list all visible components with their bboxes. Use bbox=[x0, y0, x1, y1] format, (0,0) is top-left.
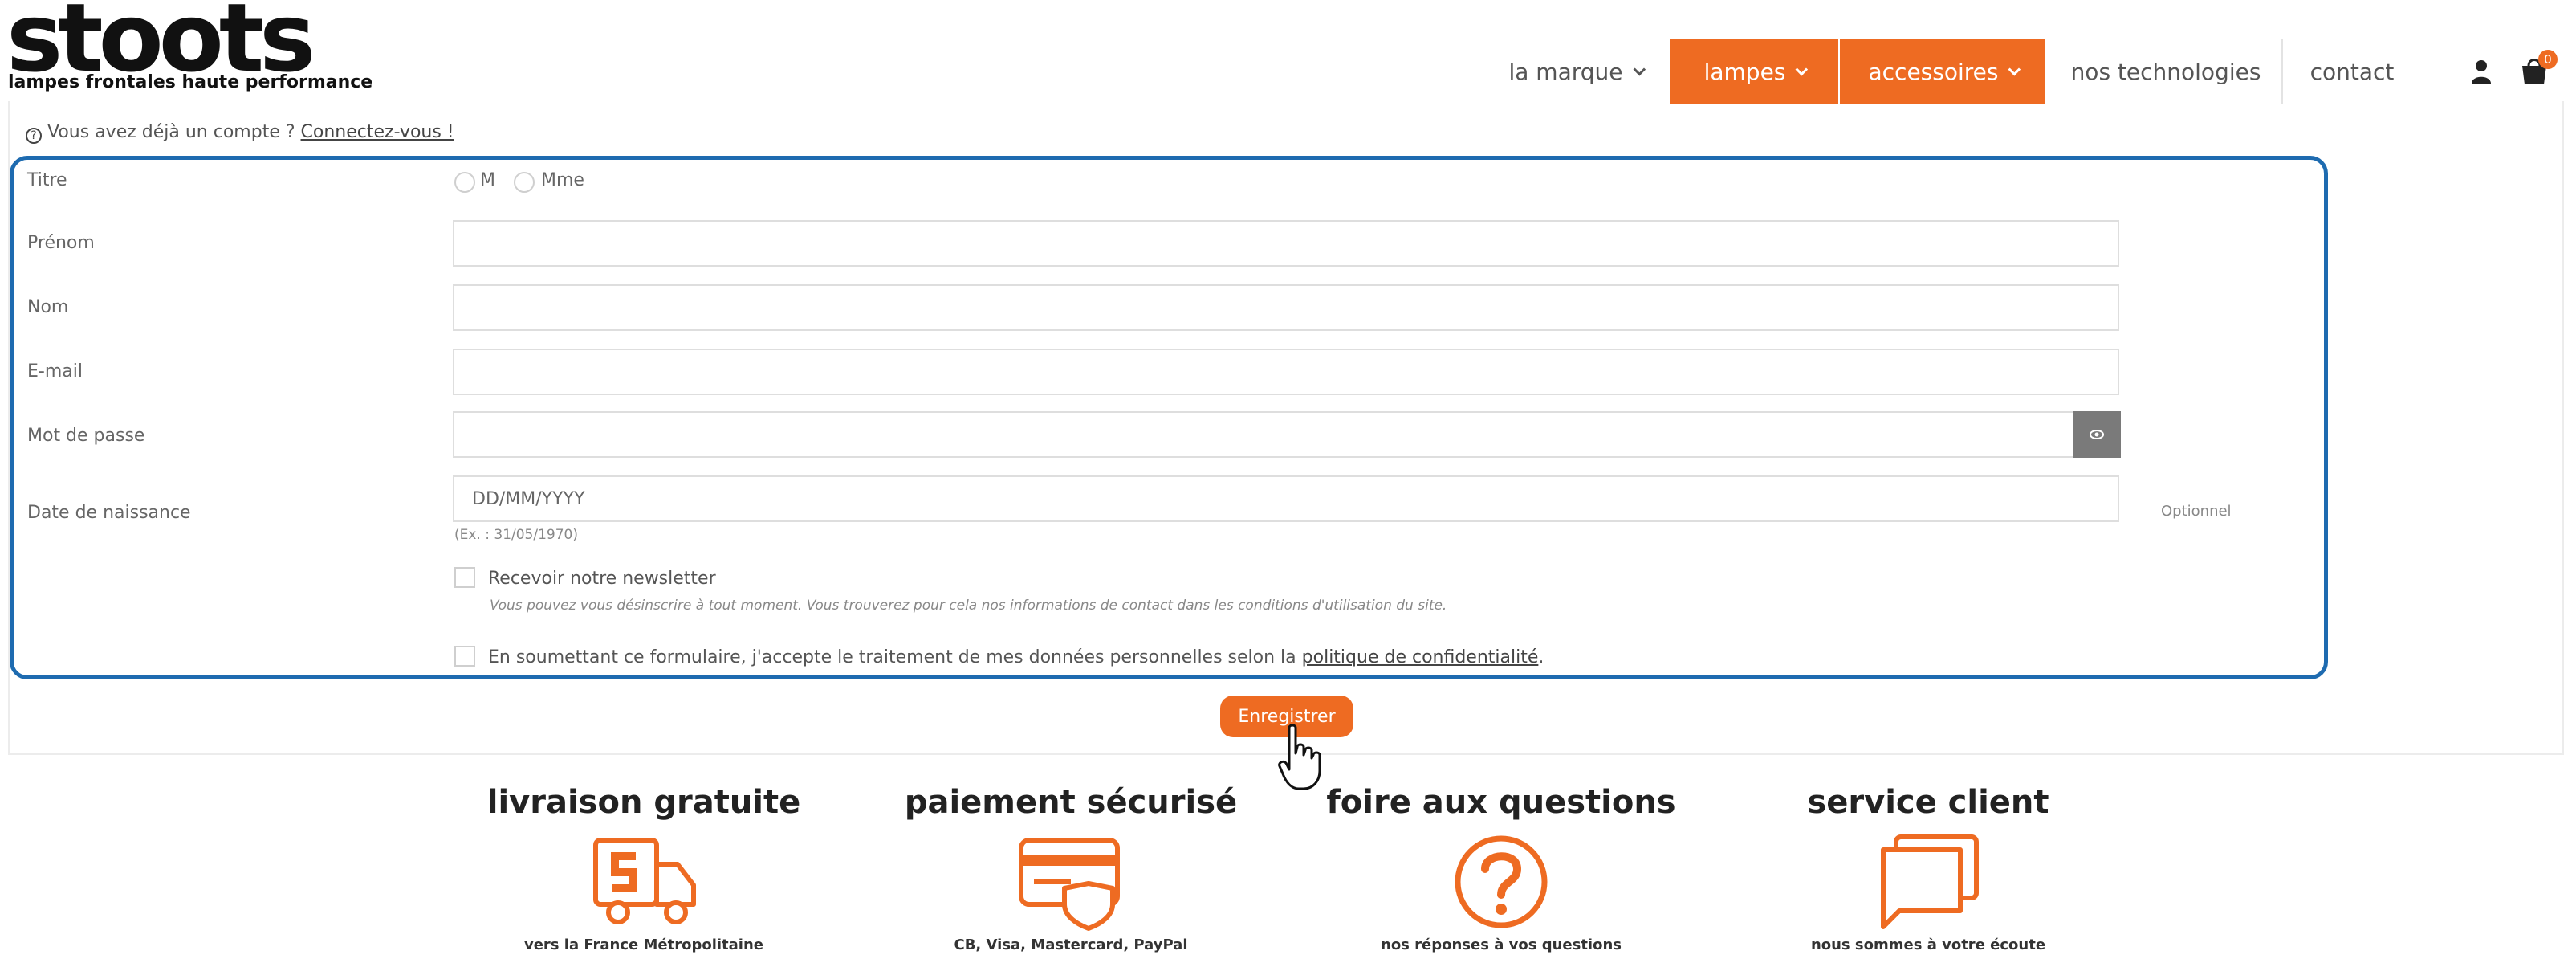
privacy-policy-link[interactable]: politique de confidentialité bbox=[1302, 647, 1539, 667]
question-circle-icon: ? bbox=[26, 128, 42, 144]
newsletter-label: Recevoir notre newsletter bbox=[488, 569, 716, 589]
feature-title: foire aux questions bbox=[1326, 784, 1676, 821]
feature-subtitle: vers la France Métropolitaine bbox=[523, 936, 763, 953]
question-mark-icon bbox=[1455, 835, 1548, 928]
nav-item-lampes[interactable]: lampes bbox=[1670, 39, 1838, 104]
password-input[interactable] bbox=[453, 411, 2074, 458]
title-option-mme: Mme bbox=[541, 170, 584, 190]
firstname-input[interactable] bbox=[453, 220, 2119, 267]
newsletter-checkbox[interactable] bbox=[454, 567, 475, 588]
credit-card-shield-icon bbox=[1019, 838, 1120, 931]
feature-title: service client bbox=[1807, 784, 2049, 821]
privacy-consent-text: En soumettant ce formulaire, j'accepte l… bbox=[488, 647, 1296, 667]
nav-item-label: la marque bbox=[1508, 58, 1623, 85]
chevron-down-icon bbox=[1795, 63, 1809, 75]
birthdate-input[interactable]: DD/MM/YYYY bbox=[453, 475, 2119, 522]
feature-subtitle: CB, Visa, Mastercard, PayPal bbox=[954, 936, 1188, 953]
nav-item-accessoires[interactable]: accessoires bbox=[1840, 39, 2045, 104]
nav-item-label: lampes bbox=[1703, 58, 1786, 85]
lastname-label: Nom bbox=[27, 297, 69, 317]
feature-secure-payment[interactable]: paiement sécurisé CB, Visa, Mastercard, … bbox=[862, 784, 1280, 953]
feature-title: paiement sécurisé bbox=[904, 784, 1238, 821]
feature-title: livraison gratuite bbox=[486, 784, 801, 821]
cart-count-badge: 0 bbox=[2538, 50, 2558, 69]
account-prompt-text: Vous avez déjà un compte ? bbox=[47, 122, 295, 142]
birthdate-hint: (Ex. : 31/05/1970) bbox=[454, 527, 578, 543]
eye-icon bbox=[2090, 430, 2104, 439]
newsletter-note: Vous pouvez vous désinscrire à tout mome… bbox=[490, 598, 1447, 614]
email-input[interactable] bbox=[453, 349, 2119, 395]
feature-faq[interactable]: foire aux questions nos réponses à vos q… bbox=[1292, 784, 1710, 953]
show-password-button[interactable] bbox=[2073, 411, 2121, 458]
title-radio-mme[interactable] bbox=[514, 172, 535, 193]
birthdate-label: Date de naissance bbox=[27, 503, 191, 523]
account-prompt: ? Vous avez déjà un compte ? Connectez-v… bbox=[26, 122, 454, 144]
nav-item-la-marque[interactable]: la marque bbox=[1495, 39, 1655, 104]
logo-tagline: lampes frontales haute performance bbox=[8, 72, 373, 92]
nav-item-contact[interactable]: contact bbox=[2296, 39, 2408, 104]
nav-item-label: nos technologies bbox=[2070, 58, 2261, 85]
title-option-m: M bbox=[480, 170, 495, 190]
privacy-consent-label: En soumettant ce formulaire, j'accepte l… bbox=[488, 647, 1544, 667]
title-radio-m[interactable] bbox=[454, 172, 475, 193]
password-label: Mot de passe bbox=[27, 426, 145, 446]
user-icon[interactable] bbox=[2471, 59, 2492, 84]
firstname-label: Prénom bbox=[27, 233, 95, 253]
feature-subtitle: nos réponses à vos questions bbox=[1381, 936, 1622, 953]
chevron-down-icon bbox=[1633, 63, 1646, 75]
chevron-down-icon bbox=[2008, 63, 2021, 75]
delivery-truck-icon bbox=[593, 838, 696, 924]
nav-divider bbox=[2281, 39, 2283, 104]
chat-bubbles-icon bbox=[1881, 834, 1979, 929]
login-link[interactable]: Connectez-vous ! bbox=[301, 122, 454, 142]
brand-logo[interactable]: stoots lampes frontales haute performanc… bbox=[6, 0, 372, 98]
feature-subtitle: nous sommes à votre écoute bbox=[1810, 936, 2046, 953]
lastname-input[interactable] bbox=[453, 284, 2119, 331]
hand-cursor-icon bbox=[1278, 724, 1321, 790]
birthdate-optional: Optionnel bbox=[2161, 503, 2232, 520]
nav-item-label: accessoires bbox=[1868, 58, 1999, 85]
feature-customer-service[interactable]: service client nous sommes à votre écout… bbox=[1719, 784, 2137, 953]
privacy-consent-checkbox[interactable] bbox=[454, 646, 475, 667]
privacy-consent-end: . bbox=[1538, 647, 1544, 667]
nav-item-nos-technologies[interactable]: nos technologies bbox=[2061, 39, 2270, 104]
email-label: E-mail bbox=[27, 361, 83, 381]
nav-item-label: contact bbox=[2309, 58, 2395, 85]
feature-free-delivery[interactable]: livraison gratuite vers la France Métrop… bbox=[435, 784, 853, 953]
title-label: Titre bbox=[27, 170, 67, 190]
